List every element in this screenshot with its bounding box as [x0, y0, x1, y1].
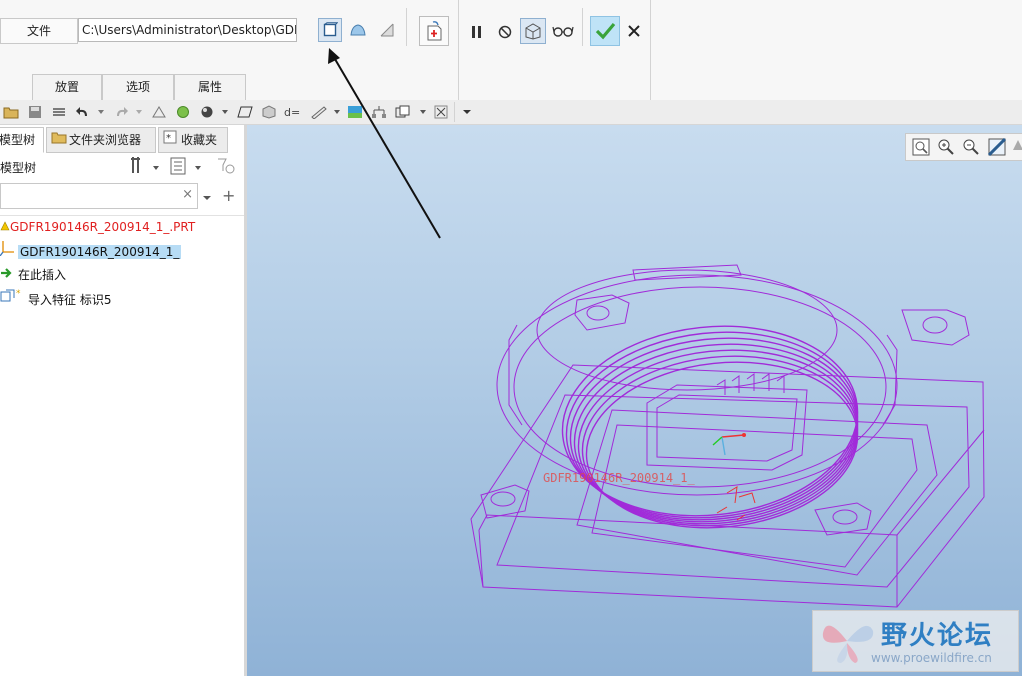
insert-file-button[interactable]: [419, 16, 449, 46]
settings-icon[interactable]: [128, 155, 150, 177]
insert-file-icon: [427, 21, 442, 41]
favorites-icon: *: [163, 128, 181, 152]
check-icon: [595, 22, 616, 40]
show-list-icon[interactable]: [170, 157, 186, 178]
tree-item-label: 导入特征 标识5: [28, 293, 112, 307]
add-icon[interactable]: +: [222, 186, 235, 205]
watermark-title: 野火论坛: [881, 621, 994, 651]
quick-access-toolbar: d=: [0, 100, 1022, 125]
plane-icon[interactable]: [236, 103, 254, 121]
file-menu-label[interactable]: 文件: [0, 18, 78, 44]
stop-button[interactable]: [493, 20, 517, 44]
regenerate-icon[interactable]: [150, 103, 168, 121]
pause-button[interactable]: [465, 20, 489, 44]
chevron-down-icon[interactable]: [328, 103, 346, 121]
folder-icon: [51, 128, 69, 152]
arrow-right-icon: [0, 264, 18, 286]
tab-model-tree[interactable]: 模型树: [0, 127, 44, 153]
cancel-button[interactable]: [622, 19, 646, 43]
verify-model-icon: [525, 23, 541, 40]
shading-icon[interactable]: [198, 103, 216, 121]
windows-icon[interactable]: [394, 103, 412, 121]
tab-favorites[interactable]: * 收藏夹: [158, 127, 228, 153]
clear-icon[interactable]: ×: [182, 187, 193, 202]
undo-icon[interactable]: [74, 103, 92, 121]
model-name-label: GDFR190146R_200914_1_: [543, 471, 695, 485]
tab-options[interactable]: 选项: [102, 74, 174, 100]
path-input[interactable]: C:\Users\Administrator\Desktop\GDFR: [78, 18, 297, 42]
chevron-down-icon[interactable]: [414, 103, 432, 121]
wireframe-icon: [380, 23, 394, 37]
chevron-down-icon[interactable]: [202, 191, 212, 205]
redo-icon[interactable]: [112, 103, 130, 121]
solid-display-button[interactable]: [318, 18, 342, 42]
chevron-down-icon[interactable]: [458, 103, 476, 121]
chevron-down-icon[interactable]: [92, 103, 110, 121]
glasses-icon: [552, 26, 574, 37]
surface-icon: [350, 24, 366, 36]
tree-item-label: GDFR190146R_200914_1_: [18, 245, 182, 259]
svg-text:*: *: [166, 133, 171, 144]
tab-properties[interactable]: 属性: [174, 74, 246, 100]
model-tree-panel: 模型树 文件夹浏览器 * 收藏夹 模型树 × + GDFR190146R_2009…: [0, 125, 247, 676]
tree-item-part[interactable]: GDFR190146R_200914_1_.PRT: [0, 216, 195, 238]
panel-header: 模型树: [0, 161, 37, 175]
close-icon: [628, 25, 640, 37]
watermark-url: www.proewildfire.cn: [871, 651, 992, 665]
chevron-down-icon[interactable]: [152, 161, 160, 175]
tree-item-csys[interactable]: GDFR190146R_200914_1_: [0, 240, 182, 263]
model-wireframe: GDFR190146R_200914_1_: [470, 264, 985, 608]
tree-item-label: 在此插入: [18, 268, 67, 282]
warning-icon: [0, 220, 10, 234]
wire-display-button[interactable]: [375, 18, 399, 42]
graphics-viewport[interactable]: GDFR190146R_200914_1_ 野火论坛 www.proewildf…: [247, 125, 1022, 676]
forum-watermark: 野火论坛 www.proewildfire.cn: [812, 610, 1019, 672]
butterfly-logo-icon: [822, 625, 874, 663]
tab-folder-browser-label: 文件夹浏览器: [69, 133, 142, 147]
tab-favorites-label: 收藏夹: [181, 133, 218, 147]
verify-mode-button[interactable]: [520, 18, 546, 44]
surface-display-button[interactable]: [346, 18, 370, 42]
save-icon[interactable]: [26, 103, 44, 121]
svg-text:*: *: [16, 289, 21, 299]
appearance-icon[interactable]: [346, 103, 364, 121]
chevron-down-icon[interactable]: [130, 103, 148, 121]
coordinate-system-icon: [0, 240, 18, 263]
open-icon[interactable]: [2, 103, 20, 121]
accept-button[interactable]: [590, 16, 620, 46]
svg-text:d=: d=: [284, 106, 300, 119]
dimension-icon[interactable]: d=: [284, 103, 302, 121]
tree-structure-icon[interactable]: [370, 103, 388, 121]
tab-folder-browser[interactable]: 文件夹浏览器: [46, 127, 156, 153]
chevron-down-icon[interactable]: [216, 103, 234, 121]
box-icon[interactable]: [260, 103, 278, 121]
tree-search-input[interactable]: ×: [0, 183, 198, 209]
tab-placement[interactable]: 放置: [32, 74, 102, 100]
sphere-green-icon[interactable]: [174, 103, 192, 121]
chevron-down-icon[interactable]: [194, 161, 202, 175]
preview-button[interactable]: [550, 18, 576, 44]
no-entry-icon: [498, 25, 512, 39]
filter-icon[interactable]: [216, 157, 236, 178]
pause-icon: [472, 26, 481, 38]
ribbon: 文件 C:\Users\Administrator\Desktop\GDFR 放…: [0, 0, 1022, 101]
tree-item-import-feature[interactable]: * 导入特征 标识5: [0, 288, 111, 310]
close-window-icon[interactable]: [432, 103, 450, 121]
tree-item-insert-here[interactable]: 在此插入: [0, 264, 66, 286]
tree-item-label: GDFR190146R_200914_1_.PRT: [10, 220, 196, 234]
cube-solid-icon: [323, 22, 338, 37]
layers-icon[interactable]: [50, 103, 68, 121]
import-feature-icon: *: [0, 288, 28, 311]
measure-icon[interactable]: [310, 103, 328, 121]
